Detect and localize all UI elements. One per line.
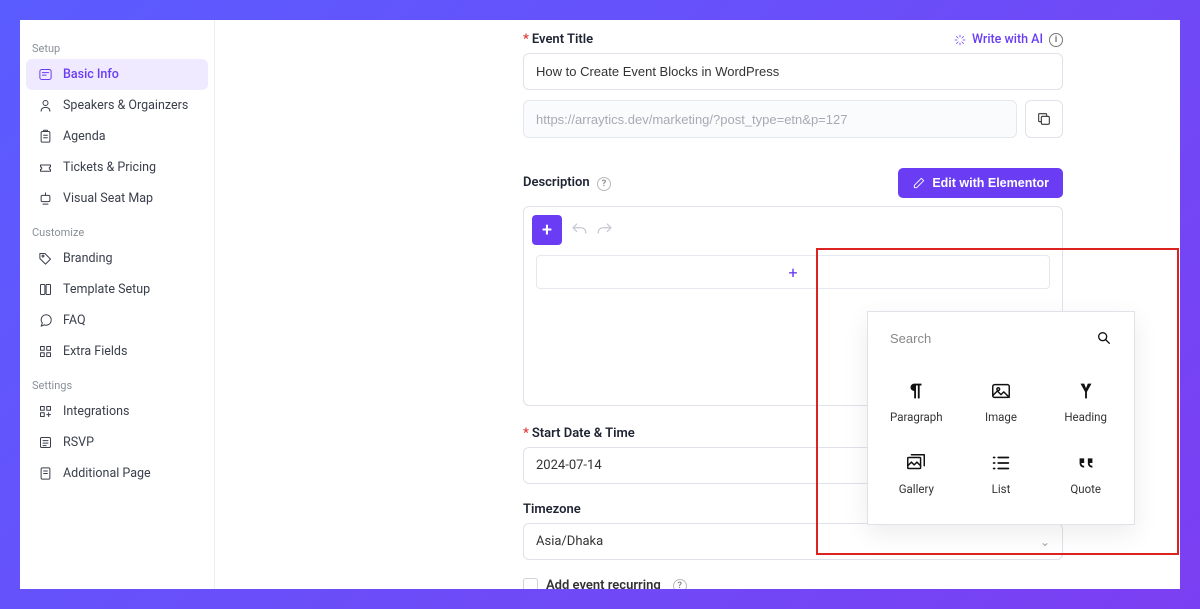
sidebar-section-setup: Setup bbox=[26, 34, 208, 59]
sidebar-item-label: Tickets & Pricing bbox=[63, 160, 156, 175]
help-icon[interactable]: ? bbox=[673, 579, 687, 590]
recurring-label: Add event recurring bbox=[546, 578, 661, 589]
sidebar-item-label: Additional Page bbox=[63, 466, 151, 481]
apps-icon bbox=[38, 404, 53, 419]
sidebar-item-label: Agenda bbox=[63, 129, 106, 144]
block-option-image[interactable]: Image bbox=[959, 366, 1044, 438]
required-marker: * bbox=[523, 32, 529, 47]
event-title-label: *Event Title bbox=[523, 32, 593, 47]
sidebar-section-customize: Customize bbox=[26, 218, 208, 243]
event-title-row: *Event Title Write with AI i bbox=[523, 32, 1063, 47]
quote-icon bbox=[1075, 452, 1097, 474]
sidebar-item-label: Visual Seat Map bbox=[63, 191, 153, 206]
list-block-icon bbox=[990, 452, 1012, 474]
sidebar-item-faq[interactable]: FAQ bbox=[26, 305, 208, 336]
sidebar-item-basic-info[interactable]: Basic Info bbox=[26, 59, 208, 90]
block-option-gallery[interactable]: Gallery bbox=[874, 438, 959, 510]
block-option-quote[interactable]: Quote bbox=[1043, 438, 1128, 510]
sidebar-item-branding[interactable]: Branding bbox=[26, 243, 208, 274]
main-panel: *Event Title Write with AI i Description bbox=[215, 20, 1180, 589]
sidebar-item-label: Speakers & Orgainzers bbox=[63, 98, 188, 113]
sidebar-item-template[interactable]: Template Setup bbox=[26, 274, 208, 305]
permalink-input[interactable] bbox=[523, 100, 1017, 138]
sidebar-item-label: Branding bbox=[63, 251, 113, 266]
page-icon bbox=[38, 466, 53, 481]
sidebar-item-agenda[interactable]: Agenda bbox=[26, 121, 208, 152]
event-title-input[interactable] bbox=[523, 53, 1063, 90]
undo-icon[interactable] bbox=[570, 221, 588, 239]
edit-with-elementor-button[interactable]: Edit with Elementor bbox=[898, 168, 1063, 198]
block-option-list[interactable]: List bbox=[959, 438, 1044, 510]
sidebar-item-label: RSVP bbox=[63, 435, 94, 450]
description-label: Description ? bbox=[523, 175, 611, 191]
sidebar-section-settings: Settings bbox=[26, 371, 208, 396]
grid-icon bbox=[38, 344, 53, 359]
sidebar-item-speakers[interactable]: Speakers & Orgainzers bbox=[26, 90, 208, 121]
copy-url-button[interactable] bbox=[1025, 100, 1063, 138]
block-inserter-search-row bbox=[868, 312, 1134, 360]
sidebar-item-label: Extra Fields bbox=[63, 344, 127, 359]
seat-icon bbox=[38, 191, 53, 206]
tag-icon bbox=[38, 251, 53, 266]
sidebar-item-rsvp[interactable]: RSVP bbox=[26, 427, 208, 458]
recurring-row: Add event recurring ? bbox=[523, 578, 1063, 589]
add-block-button[interactable]: + bbox=[532, 215, 562, 245]
block-search-input[interactable] bbox=[890, 331, 1050, 346]
plus-icon: + bbox=[788, 263, 797, 282]
user-icon bbox=[38, 98, 53, 113]
sidebar-item-label: Basic Info bbox=[63, 67, 119, 82]
description-header: Description ? Edit with Elementor bbox=[523, 168, 1063, 198]
sidebar-item-seatmap[interactable]: Visual Seat Map bbox=[26, 183, 208, 214]
sidebar-item-label: Template Setup bbox=[63, 282, 150, 297]
sidebar: Setup Basic Info Speakers & Orgainzers A… bbox=[20, 20, 215, 589]
block-inserter-popover: Paragraph Image Heading Gallery List bbox=[867, 311, 1135, 525]
empty-block-placeholder[interactable]: + bbox=[536, 255, 1050, 289]
write-with-ai-button[interactable]: Write with AI i bbox=[954, 32, 1063, 47]
app-window: Setup Basic Info Speakers & Orgainzers A… bbox=[20, 20, 1180, 589]
start-date-input[interactable]: 2024-07-14 bbox=[523, 447, 913, 484]
sidebar-item-integrations[interactable]: Integrations bbox=[26, 396, 208, 427]
gallery-icon bbox=[905, 452, 927, 474]
url-row bbox=[523, 100, 1063, 138]
sidebar-item-additionalpage[interactable]: Additional Page bbox=[26, 458, 208, 489]
search-icon bbox=[1096, 330, 1112, 346]
paragraph-icon bbox=[905, 380, 927, 402]
info-card-icon bbox=[38, 67, 53, 82]
timezone-select[interactable]: Asia/Dhaka ⌄ bbox=[523, 523, 1063, 560]
clipboard-icon bbox=[38, 129, 53, 144]
chat-icon bbox=[38, 313, 53, 328]
heading-icon bbox=[1075, 380, 1097, 402]
image-icon bbox=[990, 380, 1012, 402]
list-icon bbox=[38, 435, 53, 450]
help-icon[interactable]: ? bbox=[597, 177, 611, 191]
copy-icon bbox=[1036, 111, 1052, 127]
ticket-icon bbox=[38, 160, 53, 175]
sidebar-item-extrafields[interactable]: Extra Fields bbox=[26, 336, 208, 367]
block-inserter-grid: Paragraph Image Heading Gallery List bbox=[868, 360, 1134, 524]
redo-icon[interactable] bbox=[596, 221, 614, 239]
sparkle-icon bbox=[954, 34, 966, 46]
chevron-down-icon: ⌄ bbox=[1040, 535, 1050, 549]
sidebar-item-label: FAQ bbox=[63, 313, 86, 328]
pencil-icon bbox=[912, 176, 926, 190]
recurring-checkbox[interactable] bbox=[523, 578, 538, 589]
sidebar-item-label: Integrations bbox=[63, 404, 129, 419]
block-option-heading[interactable]: Heading bbox=[1043, 366, 1128, 438]
required-marker: * bbox=[523, 426, 529, 441]
block-option-paragraph[interactable]: Paragraph bbox=[874, 366, 959, 438]
sidebar-item-tickets[interactable]: Tickets & Pricing bbox=[26, 152, 208, 183]
info-icon: i bbox=[1049, 33, 1063, 47]
template-icon bbox=[38, 282, 53, 297]
editor-toolbar: + bbox=[532, 215, 1054, 245]
